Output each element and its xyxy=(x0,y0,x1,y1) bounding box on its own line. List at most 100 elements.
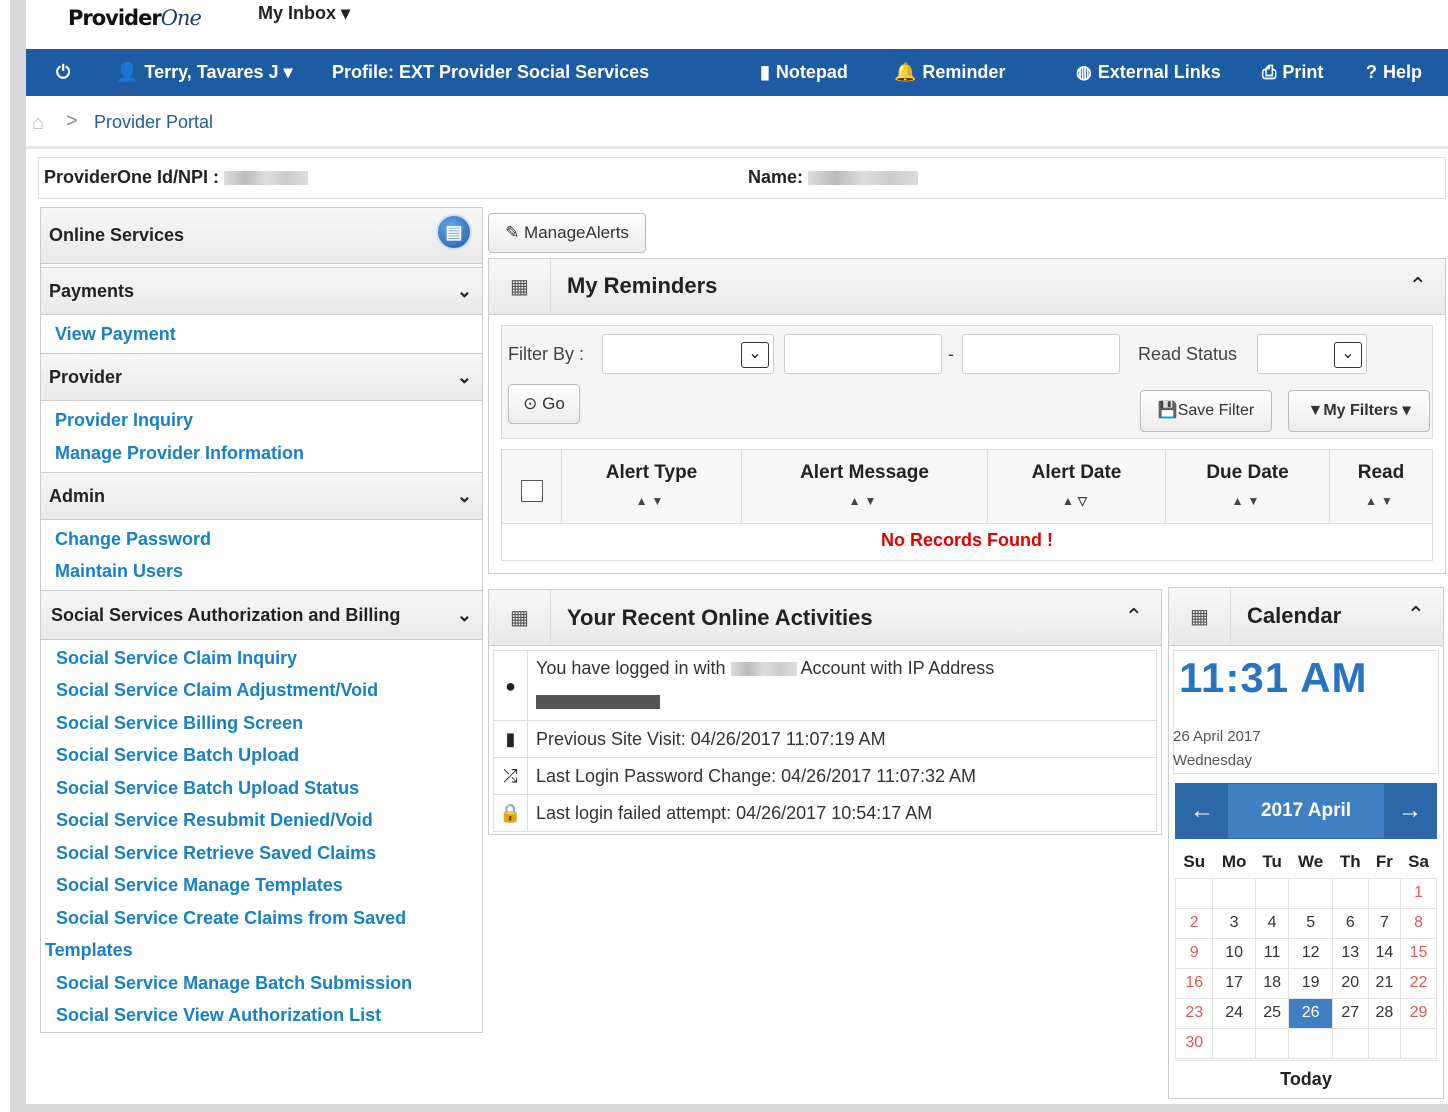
col-alert-date[interactable]: Alert Date ▲▽ xyxy=(988,450,1166,524)
chevron-up-icon[interactable]: ⌃ xyxy=(1409,273,1427,299)
calendar-day[interactable]: 17 xyxy=(1212,967,1256,999)
link-manage-batch-submission[interactable]: Social Service Manage Batch Submission xyxy=(56,973,412,994)
filter-value-input[interactable] xyxy=(784,334,942,374)
link-batch-upload[interactable]: Social Service Batch Upload xyxy=(56,745,299,766)
manage-alerts-label: ManageAlerts xyxy=(524,223,629,242)
calendar-empty-cell xyxy=(1212,1027,1256,1059)
go-button[interactable]: ⊙ Go xyxy=(508,384,580,424)
calendar-day[interactable]: 16 xyxy=(1174,967,1214,999)
col-alert-type[interactable]: Alert Type ▲▼ xyxy=(562,450,742,524)
link-retrieve-saved-claims[interactable]: Social Service Retrieve Saved Claims xyxy=(56,843,376,864)
calendar-day[interactable]: 27 xyxy=(1331,997,1369,1029)
section-admin[interactable]: Admin ⌄ xyxy=(41,472,482,520)
today-button[interactable]: Today xyxy=(1175,1060,1437,1096)
link-billing-screen[interactable]: Social Service Billing Screen xyxy=(56,713,303,734)
calendar-day[interactable]: 23 xyxy=(1174,997,1214,1029)
next-month-arrow-icon[interactable]: → xyxy=(1384,784,1436,838)
my-inbox-menu[interactable]: My Inbox ▾ xyxy=(258,3,350,24)
calendar-month-label[interactable]: 2017 April xyxy=(1228,784,1384,838)
calendar-day[interactable]: 22 xyxy=(1400,967,1437,999)
calendar-day[interactable]: 20 xyxy=(1331,967,1369,999)
select-all-checkbox[interactable] xyxy=(520,480,543,502)
link-manage-templates[interactable]: Social Service Manage Templates xyxy=(56,875,343,896)
calendar-day[interactable]: 15 xyxy=(1400,937,1437,969)
calendar-day[interactable]: 1 xyxy=(1400,877,1437,909)
calendar-day[interactable]: 9 xyxy=(1174,937,1214,969)
calendar-day[interactable]: 24 xyxy=(1212,997,1256,1029)
calendar-day[interactable]: 4 xyxy=(1254,907,1290,939)
providerone-logo[interactable]: ProviderOne xyxy=(68,6,202,30)
link-resubmit-denied-void[interactable]: Social Service Resubmit Denied/Void xyxy=(56,810,373,831)
calendar-day[interactable]: 2 xyxy=(1174,907,1214,939)
filter-by-select[interactable]: ⌄ xyxy=(602,334,774,374)
print-link[interactable]: ⎙ Print xyxy=(1262,49,1323,96)
link-maintain-users[interactable]: Maintain Users xyxy=(55,561,183,582)
redacted-id xyxy=(224,171,309,186)
help-link[interactable]: ? Help xyxy=(1366,49,1422,96)
chevron-up-icon[interactable]: ⌃ xyxy=(1407,602,1425,628)
calendar-day[interactable]: 10 xyxy=(1212,937,1256,969)
col-alert-message[interactable]: Alert Message ▲▼ xyxy=(742,450,988,524)
link-manage-provider-information[interactable]: Manage Provider Information xyxy=(55,443,304,464)
calendar-day[interactable]: 7 xyxy=(1367,907,1402,939)
col-due-date[interactable]: Due Date ▲▼ xyxy=(1166,450,1330,524)
calendar-day[interactable]: 18 xyxy=(1254,967,1290,999)
link-batch-upload-status[interactable]: Social Service Batch Upload Status xyxy=(56,778,359,799)
col-read[interactable]: Read ▲▼ xyxy=(1330,450,1432,524)
power-button[interactable]: ⏻ xyxy=(56,49,70,96)
calendar-day[interactable]: 21 xyxy=(1367,967,1402,999)
caret-down-icon: ▾ xyxy=(341,3,351,23)
link-view-authorization-list[interactable]: Social Service View Authorization List xyxy=(56,1005,381,1026)
save-filter-button[interactable]: 💾Save Filter xyxy=(1140,390,1272,432)
section-social-services[interactable]: Social Services Authorization and Billin… xyxy=(41,590,482,640)
my-filters-button[interactable]: ▼My Filters ▾ xyxy=(1288,390,1430,432)
calendar-empty-cell xyxy=(1367,1027,1402,1059)
weekday-header: Sa xyxy=(1408,851,1429,871)
calendar-day[interactable]: 12 xyxy=(1288,937,1333,969)
breadcrumb-provider-portal[interactable]: Provider Portal xyxy=(94,112,213,133)
sort-icon: ▲▼ xyxy=(1365,494,1397,508)
calendar-day[interactable]: 30 xyxy=(1174,1027,1214,1059)
calendar-empty-cell xyxy=(1400,1027,1437,1059)
manage-alerts-button[interactable]: ✎ ManageAlerts xyxy=(488,213,646,253)
link-create-claims-from-saved-templates[interactable]: Templates xyxy=(45,940,133,961)
my-filters-label: My Filters xyxy=(1323,402,1399,419)
link-view-payment[interactable]: View Payment xyxy=(55,324,176,345)
filter-value-to-input[interactable] xyxy=(962,334,1120,374)
section-title: Social Services Authorization and Billin… xyxy=(51,605,401,625)
calendar-day[interactable]: 14 xyxy=(1367,937,1402,969)
section-provider[interactable]: Provider ⌄ xyxy=(41,353,482,401)
link-provider-inquiry[interactable]: Provider Inquiry xyxy=(55,410,193,431)
user-menu[interactable]: 👤 Terry, Tavares J ▾ xyxy=(116,49,293,96)
section-payments[interactable]: Payments ⌄ xyxy=(41,267,482,315)
profile-label: Profile: EXT Provider Social Services xyxy=(332,62,650,82)
calendar-day[interactable]: 28 xyxy=(1367,997,1402,1029)
calendar-empty-cell xyxy=(1288,877,1333,909)
home-icon[interactable]: ⌂ xyxy=(32,112,44,135)
link-claim-adjustment-void[interactable]: Social Service Claim Adjustment/Void xyxy=(56,680,378,701)
reminder-link[interactable]: 🔔 Reminder xyxy=(894,49,1005,96)
prev-month-arrow-icon[interactable]: ← xyxy=(1176,784,1228,838)
external-links-link[interactable]: ◍ External Links xyxy=(1076,49,1221,96)
calendar-day[interactable]: 13 xyxy=(1331,937,1369,969)
notepad-link[interactable]: ▮ Notepad xyxy=(760,49,848,96)
calendar-empty-cell xyxy=(1212,877,1256,909)
user-name: Terry, Tavares J xyxy=(144,62,279,82)
calendar-day[interactable]: 6 xyxy=(1331,907,1369,939)
calendar-day[interactable]: 11 xyxy=(1254,937,1290,969)
calendar-day[interactable]: 19 xyxy=(1288,967,1333,999)
calendar-empty-cell xyxy=(1174,877,1214,909)
caret-down-icon: ▾ xyxy=(1402,402,1411,419)
link-create-claims-from-saved[interactable]: Social Service Create Claims from Saved xyxy=(56,908,406,929)
calendar-day[interactable]: 3 xyxy=(1212,907,1256,939)
link-claim-inquiry[interactable]: Social Service Claim Inquiry xyxy=(56,648,297,669)
inbox-label: My Inbox xyxy=(258,3,337,23)
read-status-select[interactable]: ⌄ xyxy=(1257,334,1367,374)
calendar-day[interactable]: 5 xyxy=(1288,907,1333,939)
calendar-day[interactable]: 8 xyxy=(1400,907,1437,939)
calendar-day[interactable]: 26 xyxy=(1288,997,1333,1029)
calendar-day[interactable]: 25 xyxy=(1254,997,1290,1029)
calendar-day[interactable]: 29 xyxy=(1400,997,1437,1029)
link-change-password[interactable]: Change Password xyxy=(55,529,211,550)
chevron-up-icon[interactable]: ⌃ xyxy=(1125,604,1143,630)
